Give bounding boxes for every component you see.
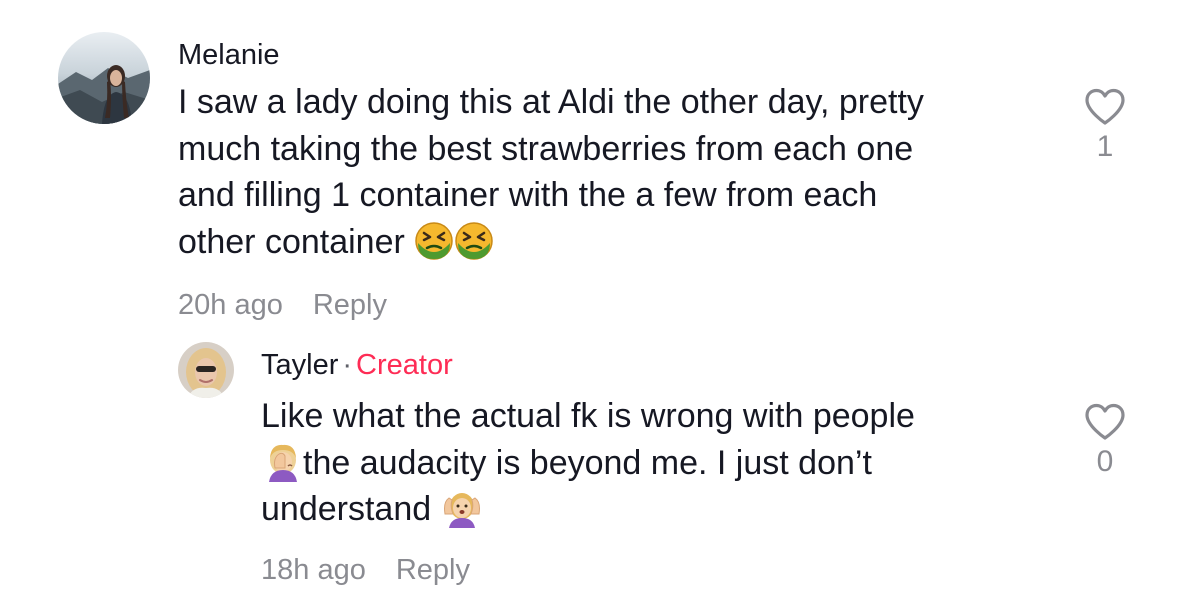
comment-text: I saw a lady doing this at Aldi the othe…	[178, 79, 1058, 265]
comment-text-line: I saw a lady doing this at Aldi the othe…	[178, 83, 924, 121]
comment-text: Like what the actual fk is wrong with pe…	[261, 393, 1061, 533]
heart-icon[interactable]	[1084, 88, 1126, 126]
comment-text-line-with-emoji: understand	[261, 486, 1061, 533]
comment-username[interactable]: Melanie	[178, 38, 280, 72]
nauseated-face-emoji	[414, 221, 454, 261]
comment-text-line: understand	[261, 490, 432, 528]
facepalm-emoji	[261, 442, 303, 482]
comment-text-line-with-emoji: other container	[178, 219, 1058, 266]
comment-text-line: Like what the actual fk is wrong with pe…	[261, 397, 915, 435]
comment-text-line-with-emoji: the audacity is beyond me. I just don’t	[261, 440, 1061, 487]
comment-username[interactable]: Tayler	[261, 349, 338, 381]
screaming-face-emoji	[441, 490, 483, 528]
comment-meta: 20h ago Reply	[178, 288, 387, 322]
comment-timestamp: 20h ago	[178, 289, 283, 321]
like-count: 0	[1096, 445, 1114, 478]
separator-dot: ·	[342, 349, 353, 381]
heart-icon[interactable]	[1084, 403, 1126, 441]
reply-button[interactable]: Reply	[396, 554, 470, 586]
like-count: 1	[1096, 130, 1114, 163]
comment-text-line: and filling 1 container with the a few f…	[178, 176, 878, 214]
comment-meta: 18h ago Reply	[261, 553, 470, 587]
comment-timestamp: 18h ago	[261, 554, 366, 586]
comment-text-line: other container	[178, 222, 405, 261]
like-control: 0	[1075, 403, 1135, 479]
reply-button[interactable]: Reply	[313, 289, 387, 321]
comment-username-row: Tayler · Creator	[261, 348, 453, 382]
avatar[interactable]	[58, 32, 150, 124]
creator-badge: Creator	[356, 349, 453, 381]
avatar[interactable]	[178, 342, 234, 398]
comment-text-line: much taking the best strawberries from e…	[178, 129, 914, 168]
comment-text-line: the audacity is beyond me. I just don’t	[303, 443, 872, 482]
nauseated-face-emoji	[454, 221, 494, 261]
like-control: 1	[1075, 88, 1135, 164]
